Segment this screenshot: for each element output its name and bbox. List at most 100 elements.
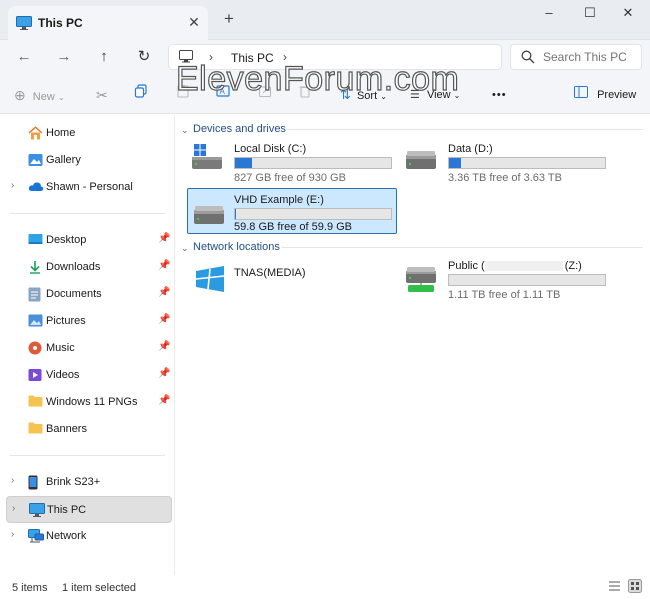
- new-button[interactable]: ⊕ New ⌄: [14, 84, 65, 106]
- drive-usage-bar: [234, 208, 392, 220]
- drive-usage-fill: [235, 158, 253, 168]
- network-drive-z-tile[interactable]: Public ( (Z:) 1.11 TB free of 1.11 TB: [402, 259, 612, 301]
- windows-drive-icon: [190, 142, 224, 175]
- copy-icon: [134, 84, 148, 101]
- network-icon: [28, 529, 44, 545]
- sidebar-item-documents[interactable]: Documents 📌: [6, 281, 172, 308]
- sidebar-item-downloads[interactable]: Downloads 📌: [6, 254, 172, 281]
- network-location-name: TNAS(MEDIA): [234, 267, 306, 279]
- devices-and-drives-header[interactable]: Devices and drives: [193, 123, 286, 135]
- drive-free-space: 59.8 GB free of 59.9 GB: [234, 221, 353, 233]
- drive-free-space: 1.11 TB free of 1.11 TB: [448, 289, 561, 301]
- sidebar-item-desktop[interactable]: Desktop 📌: [6, 227, 172, 254]
- drive-c-tile[interactable]: Local Disk (C:) 827 GB free of 930 GB: [188, 139, 398, 184]
- sidebar-item-this-pc[interactable]: › This PC: [6, 496, 172, 523]
- sidebar-item-videos[interactable]: Videos 📌: [6, 362, 172, 389]
- search-box[interactable]: [510, 44, 642, 70]
- item-count: 5 items: [12, 582, 48, 594]
- tab-title: This PC: [38, 16, 83, 30]
- search-input[interactable]: [543, 50, 639, 64]
- desktop-folder-icon: [28, 233, 44, 249]
- tiles-view-icon[interactable]: [628, 579, 642, 596]
- folder-icon: [28, 395, 44, 411]
- drive-free-space: 827 GB free of 930 GB: [234, 172, 346, 184]
- back-button[interactable]: ←: [12, 45, 36, 69]
- pin-icon[interactable]: 📌: [158, 395, 170, 406]
- drive-usage-bar: [448, 274, 606, 286]
- details-view-icon[interactable]: [608, 580, 621, 595]
- chevron-right-icon[interactable]: ›: [11, 475, 14, 486]
- pin-icon[interactable]: 📌: [158, 341, 170, 352]
- sidebar-item-label: Music: [46, 342, 75, 354]
- pin-icon[interactable]: 📌: [158, 368, 170, 379]
- sidebar-item-music[interactable]: Music 📌: [6, 335, 172, 362]
- sidebar-item-home[interactable]: Home: [6, 120, 172, 147]
- network-location-tnas[interactable]: TNAS(MEDIA): [188, 259, 398, 301]
- sidebar-item-label: Videos: [46, 369, 80, 381]
- network-locations-header[interactable]: Network locations: [193, 241, 280, 253]
- sidebar-item-network[interactable]: › Network: [6, 523, 172, 550]
- pin-icon[interactable]: 📌: [158, 260, 170, 271]
- close-window-button[interactable]: ✕: [606, 0, 650, 28]
- new-label: New: [32, 91, 55, 103]
- group-divider: [288, 129, 643, 130]
- cut-button[interactable]: ✂: [96, 84, 108, 106]
- sidebar-item-pictures[interactable]: Pictures 📌: [6, 308, 172, 335]
- pin-icon[interactable]: 📌: [158, 233, 170, 244]
- forward-button[interactable]: →: [52, 45, 76, 69]
- chevron-right-icon[interactable]: ›: [11, 529, 14, 540]
- drive-d-tile[interactable]: Data (D:) 3.36 TB free of 3.63 TB: [402, 139, 612, 184]
- new-tab-button[interactable]: +: [220, 10, 238, 28]
- tab-this-pc[interactable]: This PC ✕: [8, 6, 208, 40]
- plus-icon: ⊕: [14, 87, 26, 103]
- scissors-icon: ✂: [96, 87, 108, 103]
- sidebar-item-label: Gallery: [46, 154, 81, 166]
- close-tab-icon[interactable]: ✕: [186, 14, 202, 30]
- more-options-button[interactable]: •••: [492, 84, 507, 106]
- sidebar-item-label: Brink S23+: [46, 476, 101, 488]
- sidebar-item-onedrive-personal[interactable]: › Shawn - Personal: [6, 174, 172, 201]
- drive-free-space: 3.36 TB free of 3.63 TB: [448, 172, 562, 184]
- drive-name: VHD Example (E:): [234, 194, 324, 206]
- sidebar-item-label: Desktop: [46, 234, 87, 246]
- preview-pane-icon: [574, 86, 591, 101]
- chevron-right-icon[interactable]: ›: [11, 180, 14, 191]
- hard-drive-icon: [192, 197, 226, 230]
- drive-usage-fill: [449, 158, 461, 168]
- up-button[interactable]: ↑: [92, 45, 116, 69]
- title-bar: This PC ✕ + – ☐ ✕: [0, 0, 650, 40]
- network-share-icon: [194, 263, 226, 298]
- sidebar-item-label: Shawn - Personal: [46, 181, 133, 193]
- refresh-button[interactable]: ↻: [132, 45, 156, 69]
- drive-e-tile[interactable]: VHD Example (E:) 59.8 GB free of 59.9 GB: [187, 188, 397, 234]
- preview-button[interactable]: Preview: [574, 84, 636, 106]
- minimize-button[interactable]: –: [527, 0, 571, 28]
- network-drive-name-suffix: (Z:): [564, 260, 582, 272]
- chevron-down-icon[interactable]: ⌄: [181, 243, 189, 254]
- sidebar-item-windows-11-pngs[interactable]: Windows 11 PNGs 📌: [6, 389, 172, 416]
- music-icon: [28, 341, 44, 357]
- sidebar-item-brink-s23[interactable]: › Brink S23+: [6, 469, 172, 496]
- watermark-text: ElevenForum.com: [175, 59, 460, 98]
- pin-icon[interactable]: 📌: [158, 314, 170, 325]
- preview-label: Preview: [597, 89, 637, 101]
- videos-icon: [28, 368, 44, 384]
- sidebar-divider: [10, 455, 165, 456]
- download-icon: [28, 260, 44, 276]
- navigation-pane: Home Gallery › Shawn - Personal Desktop …: [0, 115, 175, 575]
- chevron-down-icon: ⌄: [57, 93, 65, 102]
- network-drive-name-prefix: Public (: [448, 260, 485, 272]
- sidebar-divider: [10, 213, 165, 214]
- network-drive-icon: [404, 263, 438, 300]
- chevron-down-icon[interactable]: ⌄: [181, 125, 189, 136]
- phone-icon: [28, 475, 44, 491]
- sidebar-item-gallery[interactable]: Gallery: [6, 147, 172, 174]
- sidebar-item-label: Banners: [46, 423, 87, 435]
- sidebar-item-banners[interactable]: Banners: [6, 416, 172, 443]
- chevron-right-icon[interactable]: ›: [12, 503, 15, 514]
- copy-button[interactable]: [134, 84, 148, 106]
- documents-icon: [28, 287, 44, 303]
- redacted-block: [484, 261, 563, 272]
- selection-count: 1 item selected: [62, 582, 136, 594]
- pin-icon[interactable]: 📌: [158, 287, 170, 298]
